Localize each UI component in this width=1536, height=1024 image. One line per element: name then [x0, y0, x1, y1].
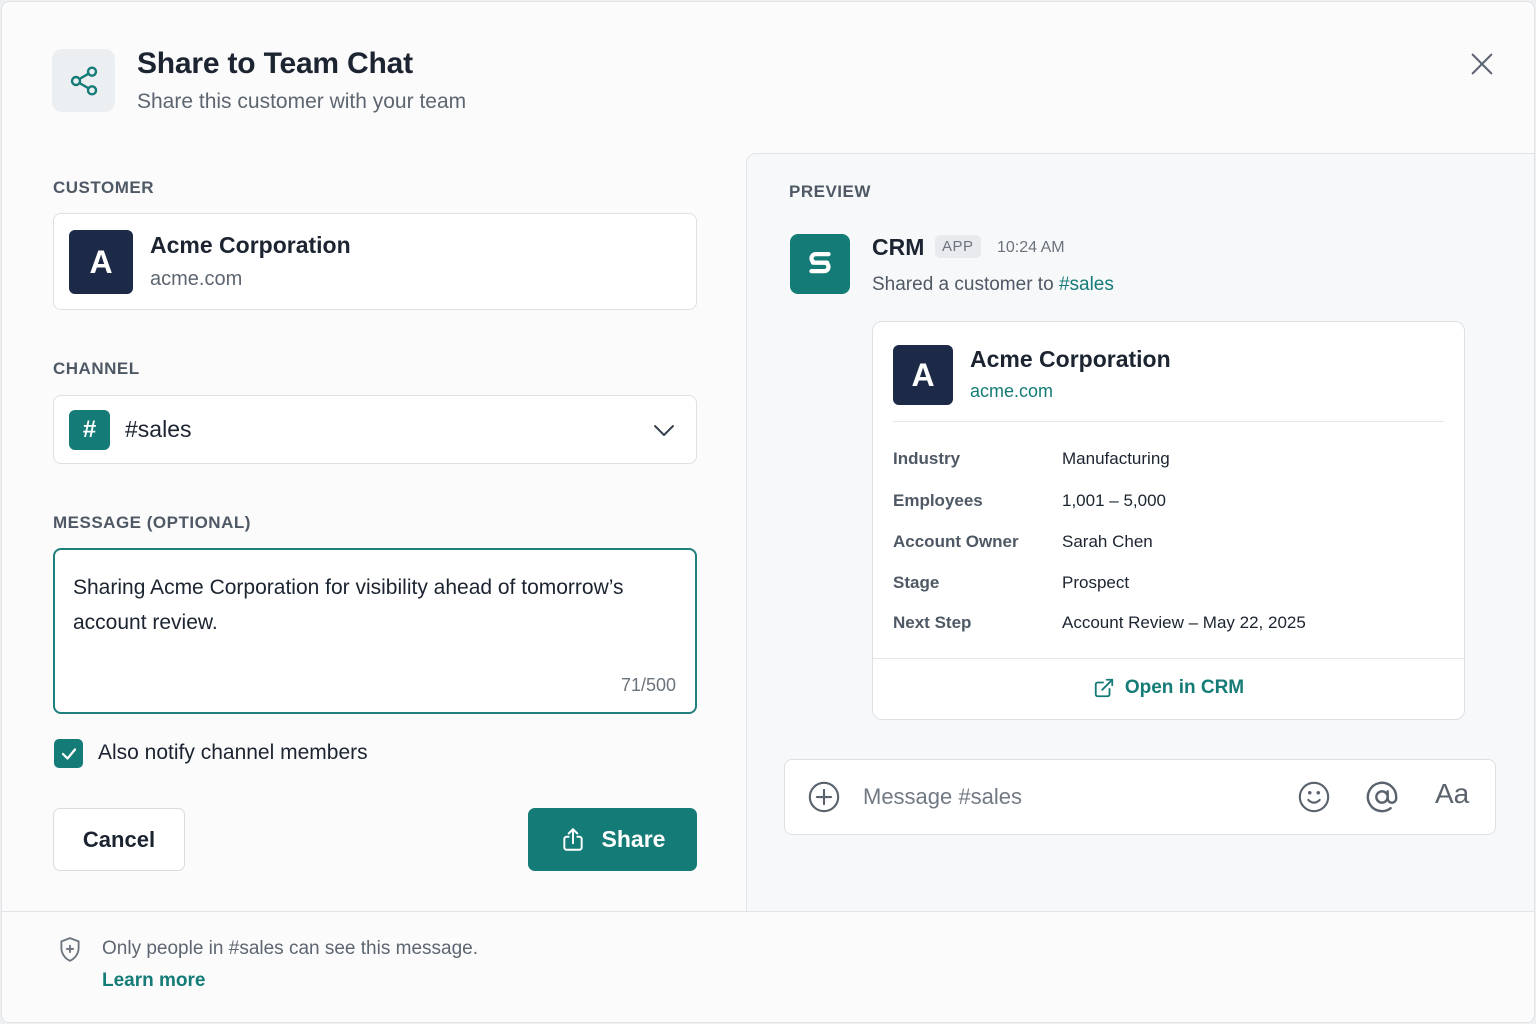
notify-checkbox[interactable] — [54, 739, 83, 768]
field-value: Prospect — [1062, 573, 1130, 592]
sender-name: CRM — [872, 234, 925, 260]
message-composer: Aa — [784, 759, 1496, 835]
field-key: Next Step — [893, 613, 972, 632]
compose-input[interactable] — [863, 782, 1263, 812]
shared-line: Shared a customer to #sales — [872, 274, 1114, 296]
crm-logo-icon — [790, 234, 850, 294]
close-button[interactable] — [1464, 46, 1500, 82]
field-key: Account Owner — [893, 532, 1019, 551]
share-upload-icon — [562, 827, 583, 851]
emoji-icon — [1298, 781, 1330, 813]
message-label: MESSAGE (OPTIONAL) — [53, 513, 251, 532]
preview-panel: PREVIEW CRM APP 10:24 AM Shared a custom… — [746, 153, 1534, 913]
share-button[interactable]: Share — [528, 808, 697, 871]
share-icon — [52, 49, 115, 112]
channel-select[interactable]: # #sales — [53, 395, 697, 464]
message-time: 10:24 AM — [997, 239, 1065, 256]
field-value: Account Review – May 22, 2025 — [1062, 613, 1306, 632]
character-counter: 71/500 — [620, 675, 676, 695]
preview-customer-avatar: A — [893, 345, 953, 405]
dialog-subtitle: Share this customer with your team — [137, 90, 467, 113]
chevron-down-icon — [654, 425, 674, 436]
add-attachment-button[interactable] — [807, 780, 841, 814]
message-textarea[interactable]: Sharing Acme Corporation for visibility … — [53, 548, 697, 714]
message-text: Sharing Acme Corporation for visibility … — [73, 576, 624, 634]
customer-card: A Acme Corporation acme.com — [53, 213, 697, 310]
channel-label: CHANNEL — [53, 359, 140, 378]
preview-customer-domain[interactable]: acme.com — [970, 381, 1053, 402]
share-button-label: Share — [601, 826, 666, 852]
notify-label[interactable]: Also notify channel members — [98, 741, 368, 765]
hash-icon: # — [69, 410, 110, 450]
plus-circle-icon — [808, 781, 840, 813]
at-sign-icon — [1366, 781, 1398, 813]
customer-domain: acme.com — [150, 268, 243, 290]
emoji-button[interactable] — [1297, 780, 1331, 814]
field-key: Industry — [893, 449, 961, 468]
external-link-icon — [1094, 678, 1114, 698]
shield-icon — [60, 937, 80, 962]
dialog-title: Share to Team Chat — [137, 47, 413, 80]
privacy-notice: Only people in #sales can see this messa… — [102, 938, 478, 959]
field-value: Manufacturing — [1062, 449, 1170, 468]
open-in-crm-label: Open in CRM — [1124, 677, 1245, 698]
customer-preview-card: A Acme Corporation acme.com Industry Man… — [872, 321, 1465, 720]
format-text-button[interactable]: Aa — [1435, 778, 1469, 810]
field-key: Stage — [893, 573, 940, 592]
customer-label: CUSTOMER — [53, 178, 154, 197]
preview-label: PREVIEW — [789, 182, 871, 201]
mention-button[interactable] — [1365, 780, 1399, 814]
customer-name: Acme Corporation — [150, 232, 351, 258]
check-icon — [61, 747, 76, 760]
customer-avatar: A — [69, 230, 133, 294]
field-value: 1,001 – 5,000 — [1062, 491, 1166, 510]
field-key: Employees — [893, 491, 983, 510]
share-dialog: Share to Team Chat Share this customer w… — [1, 1, 1535, 1023]
open-in-crm-link[interactable]: Open in CRM — [873, 677, 1464, 699]
divider — [873, 658, 1464, 659]
app-badge: APP — [935, 235, 981, 258]
cancel-button[interactable]: Cancel — [53, 808, 185, 871]
dialog-footer: Only people in #sales can see this messa… — [2, 911, 1534, 1022]
channel-value: #sales — [125, 416, 192, 442]
close-icon — [1471, 53, 1493, 75]
learn-more-link[interactable]: Learn more — [102, 970, 205, 992]
field-value: Sarah Chen — [1062, 532, 1153, 551]
shared-channel-link[interactable]: #sales — [1059, 274, 1114, 295]
divider — [893, 421, 1444, 422]
preview-customer-name: Acme Corporation — [970, 346, 1171, 372]
shared-line-text: Shared a customer to — [872, 274, 1059, 295]
